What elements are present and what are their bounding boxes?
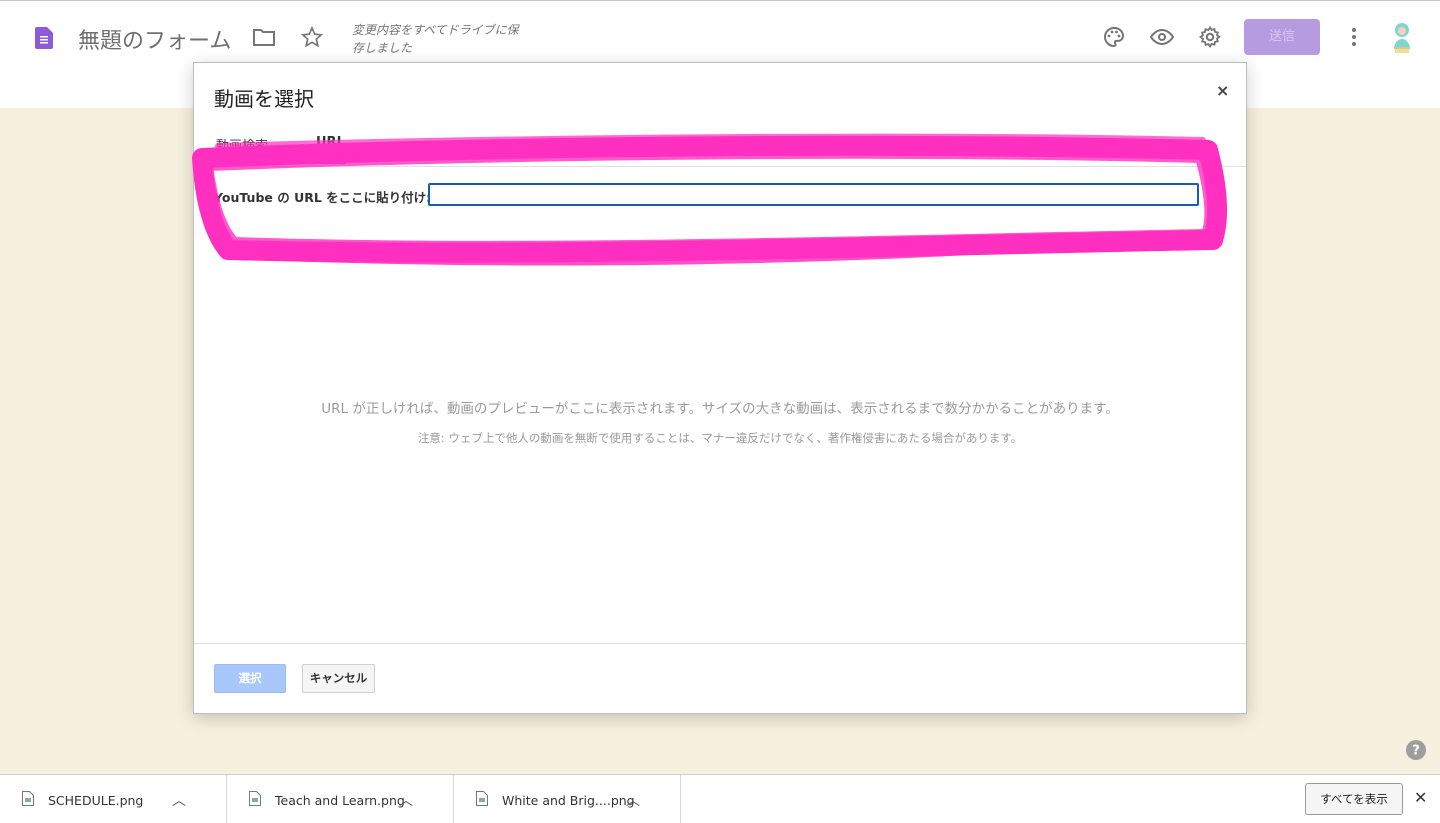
form-title[interactable]: 無題のフォーム <box>78 23 231 55</box>
tab-divider <box>194 166 1246 167</box>
download-item[interactable]: White and Brig....png ︿ <box>454 775 681 823</box>
cancel-button[interactable]: キャンセル <box>302 664 375 693</box>
download-file-name: White and Brig....png <box>502 793 635 808</box>
chevron-up-icon[interactable]: ︿ <box>626 790 640 810</box>
more-vert-icon[interactable] <box>1342 25 1366 49</box>
download-file-name: Teach and Learn.png <box>275 793 405 808</box>
youtube-url-input[interactable] <box>428 183 1199 206</box>
chevron-up-icon[interactable]: ︿ <box>399 790 413 810</box>
eye-icon[interactable] <box>1150 25 1174 49</box>
download-file-name: SCHEDULE.png <box>48 793 144 808</box>
star-icon[interactable] <box>301 26 323 48</box>
copyright-warning: 注意: ウェブ上で他人の動画を無断で使用することは、マナー違反だけでなく、著作権… <box>417 431 1023 445</box>
show-all-button[interactable]: すべてを表示 <box>1305 783 1403 815</box>
forms-doc-icon[interactable] <box>35 27 53 49</box>
chevron-up-icon[interactable]: ︿ <box>172 790 186 810</box>
folder-icon[interactable] <box>253 27 275 47</box>
file-icon <box>22 791 34 806</box>
tab-video-search[interactable]: 動画検索 <box>216 135 268 154</box>
download-item[interactable]: Teach and Learn.png ︿ <box>227 775 454 823</box>
active-tab-indicator <box>312 161 346 164</box>
send-button[interactable]: 送信 <box>1244 19 1320 55</box>
preview-message: URL が正しければ、動画のプレビューがここに表示されます。サイズの大きな動画は… <box>321 401 1119 417</box>
save-status: 変更内容をすべてドライブに保存しました <box>352 23 519 55</box>
download-bar: SCHEDULE.png ︿ Teach and Learn.png ︿ Whi… <box>0 774 1440 823</box>
file-icon <box>476 791 488 806</box>
help-icon[interactable]: ? <box>1405 739 1427 761</box>
svg-text:?: ? <box>1412 744 1420 759</box>
gear-icon[interactable] <box>1198 25 1222 49</box>
file-icon <box>249 791 261 806</box>
download-item[interactable]: SCHEDULE.png ︿ <box>0 775 227 823</box>
close-icon[interactable]: × <box>1216 81 1229 100</box>
avatar[interactable] <box>1388 19 1416 55</box>
close-icon[interactable]: ✕ <box>1414 788 1427 807</box>
footer-divider <box>194 643 1246 644</box>
tab-url[interactable]: URL <box>316 135 345 150</box>
select-video-dialog: 動画を選択 × 動画検索 URL YouTube の URL をここに貼り付け:… <box>193 62 1247 714</box>
url-field-label: YouTube の URL をここに貼り付け: <box>214 190 432 205</box>
select-button[interactable]: 選択 <box>214 664 286 693</box>
palette-icon[interactable] <box>1102 25 1126 49</box>
dialog-title: 動画を選択 <box>214 87 314 111</box>
